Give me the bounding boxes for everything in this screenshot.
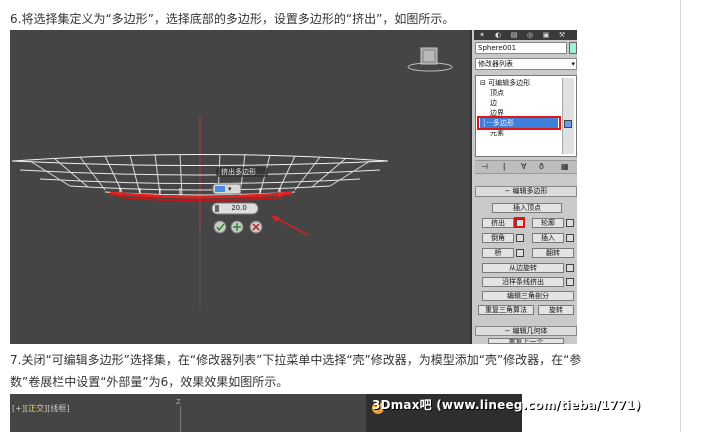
inset-button[interactable]: 插入 — [532, 233, 564, 243]
extrude-along-spline-settings-icon[interactable] — [566, 278, 574, 286]
axis-line — [180, 406, 181, 432]
bevel-button[interactable]: 倒角 — [482, 233, 514, 243]
bridge-button[interactable]: 桥 — [482, 248, 514, 258]
command-panel: ✶ ◐ ▤ ◎ ▣ ⚒ Sphere001 修改器列表 ▾ ⊟ 可编辑多边形 顶… — [470, 30, 577, 344]
extrude-button[interactable]: 挤出 — [482, 218, 514, 228]
axis-label: Z — [176, 398, 181, 406]
flip-button[interactable]: 翻转 — [532, 248, 574, 258]
screenshot-editable-poly: 挤出多边形 20.0 ▾ ✶ ◐ ▤ ◎ ▣ ⚒ Sphere001 修改器列表… — [10, 30, 577, 344]
outline-settings-icon[interactable] — [566, 219, 574, 227]
bridge-settings-icon[interactable] — [516, 249, 524, 257]
viewport[interactable]: 挤出多边形 20.0 ▾ — [10, 30, 470, 344]
turn-button[interactable]: 旋转 — [538, 305, 574, 315]
modify-tab-icon[interactable]: ◐ — [492, 31, 504, 39]
modifier-list-dropdown[interactable]: 修改器列表 ▾ — [475, 58, 577, 70]
command-panel-tabs: ✶ ◐ ▤ ◎ ▣ ⚒ — [474, 30, 577, 40]
hinge-from-edge-button[interactable]: 从边旋转 — [482, 263, 564, 273]
remove-modifier-icon[interactable]: ð — [539, 162, 544, 171]
show-end-result-icon[interactable]: ǀ — [503, 162, 505, 171]
step-7-text-line-1: 7.关闭“可编辑多边形”选择集，在“修改器列表”下拉菜单中选择“壳”修改器，为模… — [10, 353, 582, 367]
hierarchy-tab-icon[interactable]: ▤ — [508, 31, 520, 39]
page-scroll-rail[interactable] — [680, 0, 702, 432]
configure-sets-icon[interactable]: ▦ — [561, 162, 569, 171]
extrude-caption: 挤出多边形 — [221, 168, 256, 176]
watermark: 3Dmax吧 (www.lineeg.com/tieba/1771) — [372, 398, 641, 412]
inset-settings-icon[interactable] — [566, 234, 574, 242]
modifier-list-label: 修改器列表 — [478, 60, 513, 68]
hinge-settings-icon[interactable] — [566, 264, 574, 272]
object-color-swatch[interactable] — [569, 42, 577, 54]
light-bulb-icon[interactable] — [564, 120, 572, 128]
insert-vertex-button[interactable]: 插入顶点 — [492, 203, 562, 213]
bevel-settings-icon[interactable] — [516, 234, 524, 242]
collapse-icon: − — [504, 327, 513, 335]
bowl-wireframe — [11, 47, 453, 310]
viewport-label[interactable]: [+][正交][线框] — [12, 403, 69, 414]
modifier-stack: ⊟ 可编辑多边形 顶点 边 边界 ┆···多边形 元素 — [475, 75, 577, 157]
step-6-text: 6.将选择集定义为“多边形”，选择底部的多边形，设置多边形的“挤出”，如图所示。 — [10, 12, 455, 26]
create-tab-icon[interactable]: ✶ — [476, 31, 488, 39]
extrude-type-dropdown[interactable]: ▾ — [228, 184, 240, 194]
make-unique-icon[interactable]: ∀ — [521, 162, 526, 171]
expand-icon: ⊟ — [480, 79, 489, 87]
extrude-amount-field[interactable]: 20.0 — [224, 204, 254, 213]
extrude-settings-highlight — [514, 217, 525, 228]
motion-tab-icon[interactable]: ◎ — [524, 31, 536, 39]
article-page: 6.将选择集定义为“多边形”，选择底部的多边形，设置多边形的“挤出”，如图所示。 — [0, 0, 702, 432]
stack-item-edge[interactable]: 边 — [490, 98, 497, 108]
stack-item-editable-poly[interactable]: ⊟ 可编辑多边形 — [480, 78, 530, 88]
step-7-text-line-2: 数”卷展栏中设置“外部量”为6，效果效果如图所示。 — [10, 375, 289, 389]
retriangulate-button[interactable]: 重复三角算法 — [478, 305, 534, 315]
edit-geometry-rollout-header[interactable]: − 编辑几何体 — [475, 326, 577, 336]
pin-stack-icon[interactable]: ⊣ — [481, 162, 488, 171]
outline-button[interactable]: 轮廓 — [532, 218, 564, 228]
selection-highlight-box — [477, 116, 561, 130]
edit-polygons-rollout-header[interactable]: − 编辑多边形 — [475, 186, 577, 197]
collapse-icon: − — [504, 187, 513, 195]
display-tab-icon[interactable]: ▣ — [540, 31, 552, 39]
utilities-tab-icon[interactable]: ⚒ — [556, 31, 568, 39]
stack-item-vertex[interactable]: 顶点 — [490, 88, 504, 98]
repeat-last-button[interactable]: 重复上一个 — [488, 338, 564, 344]
extrude-along-spline-button[interactable]: 沿样条线挤出 — [482, 277, 564, 287]
stack-toolbar: ⊣ ǀ ∀ ð ▦ — [475, 160, 577, 174]
edit-triangulation-button[interactable]: 编辑三角剖分 — [482, 291, 574, 301]
stack-visibility-column — [562, 78, 574, 154]
view-cube-icon — [407, 47, 453, 72]
object-name-field[interactable]: Sphere001 — [475, 42, 567, 54]
chevron-down-icon: ▾ — [571, 60, 575, 68]
